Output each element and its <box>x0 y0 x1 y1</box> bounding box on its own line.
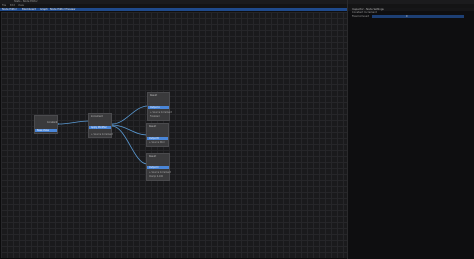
node-hub[interactable]: Increment Apply Modifier + Source Increm… <box>88 113 113 138</box>
node-port-label: Output B <box>149 137 159 140</box>
node-port-label: Base Value <box>37 129 50 132</box>
node-title: Result <box>150 94 158 97</box>
node-sub-label: + Source Increment <box>91 133 113 136</box>
node-output-c[interactable]: Result Output C + Source Increment Clamp… <box>146 153 171 181</box>
node-port[interactable]: Output A <box>148 106 169 109</box>
node-output-b[interactable]: Result Output B + Source Mod <box>146 123 169 147</box>
node-port[interactable]: Output C <box>147 166 169 169</box>
node-port[interactable]: Output B <box>147 137 168 140</box>
node-output-port[interactable]: Base Value <box>35 129 57 132</box>
inspector-label: Fixed Amount <box>352 15 370 18</box>
node-sub-label: + Source Increment <box>150 111 172 114</box>
inspector-value: 0 <box>406 15 408 18</box>
node-port-label: Output A <box>150 106 160 109</box>
node-source[interactable]: Constant Base Value <box>34 115 58 134</box>
node-title: Result <box>149 125 157 128</box>
inspector-value-field[interactable]: 0 <box>372 15 464 18</box>
node-output-a[interactable]: Result Output A + Source Increment Final… <box>147 92 172 121</box>
inspector-label: Constant Increment <box>352 11 377 14</box>
node-sub-label: Clamp 0-100 <box>149 175 164 178</box>
tab-blackboard[interactable]: Blackboard <box>22 8 36 11</box>
node-port-label: Apply Modifier <box>91 126 107 129</box>
node-title: Result <box>149 155 157 158</box>
tab-graph[interactable]: Graph <box>40 8 48 11</box>
tab-node-editor-preview[interactable]: Node Editor Preview <box>50 8 75 11</box>
node-sub-label: + Source Increment <box>149 171 171 174</box>
tab-node-editor[interactable]: Node Editor <box>2 8 17 11</box>
inspector-panel <box>348 8 474 259</box>
node-port[interactable]: Apply Modifier <box>89 126 111 129</box>
node-port-label: Output C <box>149 166 159 169</box>
node-title: Increment <box>91 115 103 118</box>
tab-bar: Node Editor Blackboard Graph Node Editor… <box>0 8 348 11</box>
graph-canvas[interactable] <box>1 12 347 258</box>
node-sub-label: Finalized <box>150 115 160 118</box>
node-sub-label: + Source Mod <box>149 141 165 144</box>
node-title: Constant <box>47 121 58 124</box>
